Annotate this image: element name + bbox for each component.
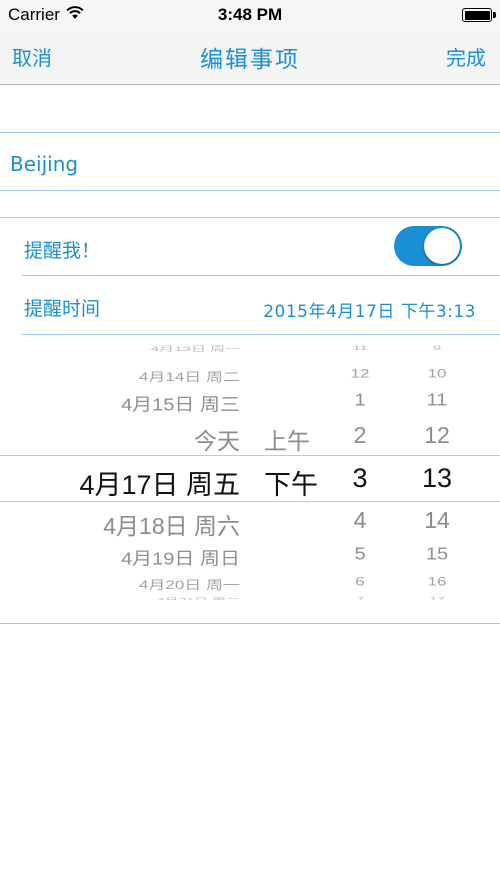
navigation-bar: 取消 编辑事项 完成 (0, 30, 500, 85)
picker-minute: 16 (427, 574, 447, 589)
picker-date: 4月14日 周二 (138, 370, 240, 384)
picker-row[interactable]: 4月14日 周二 12 10 (0, 366, 500, 384)
remind-me-label: 提醒我！ (24, 240, 101, 262)
picker-row[interactable]: 4月15日 周三 1 11 (0, 390, 500, 415)
picker-minute: 12 (424, 422, 450, 449)
picker-minute: 14 (424, 507, 450, 534)
picker-row[interactable]: 今天 上午 2 12 (0, 422, 500, 454)
picker-date: 4月20日 周一 (138, 578, 240, 592)
divider (22, 275, 500, 276)
divider (0, 217, 500, 218)
picker-ampm: 下午 (264, 469, 318, 500)
picker-row[interactable]: 4月20日 周一 6 16 (0, 574, 500, 592)
picker-date: 4月17日 周五 (79, 469, 240, 500)
picker-hour: 7 (356, 595, 364, 600)
picker-hour: 11 (352, 343, 368, 352)
picker-selection-bottom (0, 501, 500, 502)
battery-icon (462, 8, 496, 22)
picker-hour: 4 (353, 507, 367, 534)
picker-minute: 15 (425, 544, 449, 564)
picker-minute: 10 (427, 366, 447, 381)
status-time: 3:48 PM (217, 5, 283, 24)
picker-ampm: 上午 (264, 428, 310, 455)
picker-row[interactable]: 4月13日 周一 11 9 (0, 343, 500, 353)
page-title: 编辑事项 (200, 47, 300, 73)
picker-row[interactable]: 4月21日 周二 7 17 (0, 595, 500, 600)
picker-minute: 11 (426, 390, 448, 410)
picker-row[interactable]: 4月19日 周日 5 15 (0, 544, 500, 569)
picker-hour: 2 (353, 422, 367, 449)
divider (0, 132, 500, 133)
status-bar: Carrier 3:48 PM (0, 0, 500, 30)
picker-minute: 13 (421, 462, 453, 493)
picker-hour: 5 (354, 544, 366, 564)
picker-date: 4月19日 周日 (121, 549, 240, 570)
reminder-time-label: 提醒时间 (24, 298, 101, 320)
done-button[interactable]: 完成 (446, 42, 486, 71)
picker-hour: 6 (355, 574, 365, 589)
picker-hour: 1 (354, 390, 366, 410)
date-time-picker[interactable]: 4月13日 周一 11 9 4月14日 周二 12 10 4月15日 周三 1 11 今天 上午 2 1… (0, 340, 500, 600)
reminder-time-value[interactable]: 2015年4月17日 下午3:13 (263, 297, 476, 322)
picker-row[interactable]: 4月18日 周六 4 14 (0, 507, 500, 539)
picker-date: 4月21日 周二 (156, 596, 240, 600)
picker-date: 4月15日 周三 (121, 395, 240, 416)
picker-minute: 17 (429, 595, 445, 600)
divider (22, 334, 500, 335)
divider (0, 190, 500, 191)
picker-date: 今天 (194, 428, 240, 455)
picker-date: 4月13日 周一 (150, 345, 240, 353)
picker-date: 4月18日 周六 (103, 513, 240, 540)
picker-minute: 9 (432, 343, 442, 352)
remind-me-toggle[interactable] (394, 226, 462, 266)
picker-hour: 3 (352, 462, 368, 493)
picker-hour: 12 (350, 366, 370, 381)
picker-selection-top (0, 455, 500, 456)
city-field[interactable]: Beijing (10, 152, 78, 176)
toggle-knob (424, 228, 460, 264)
picker-row-selected[interactable]: 4月17日 周五 下午 3 13 (0, 462, 500, 500)
divider (0, 623, 500, 624)
